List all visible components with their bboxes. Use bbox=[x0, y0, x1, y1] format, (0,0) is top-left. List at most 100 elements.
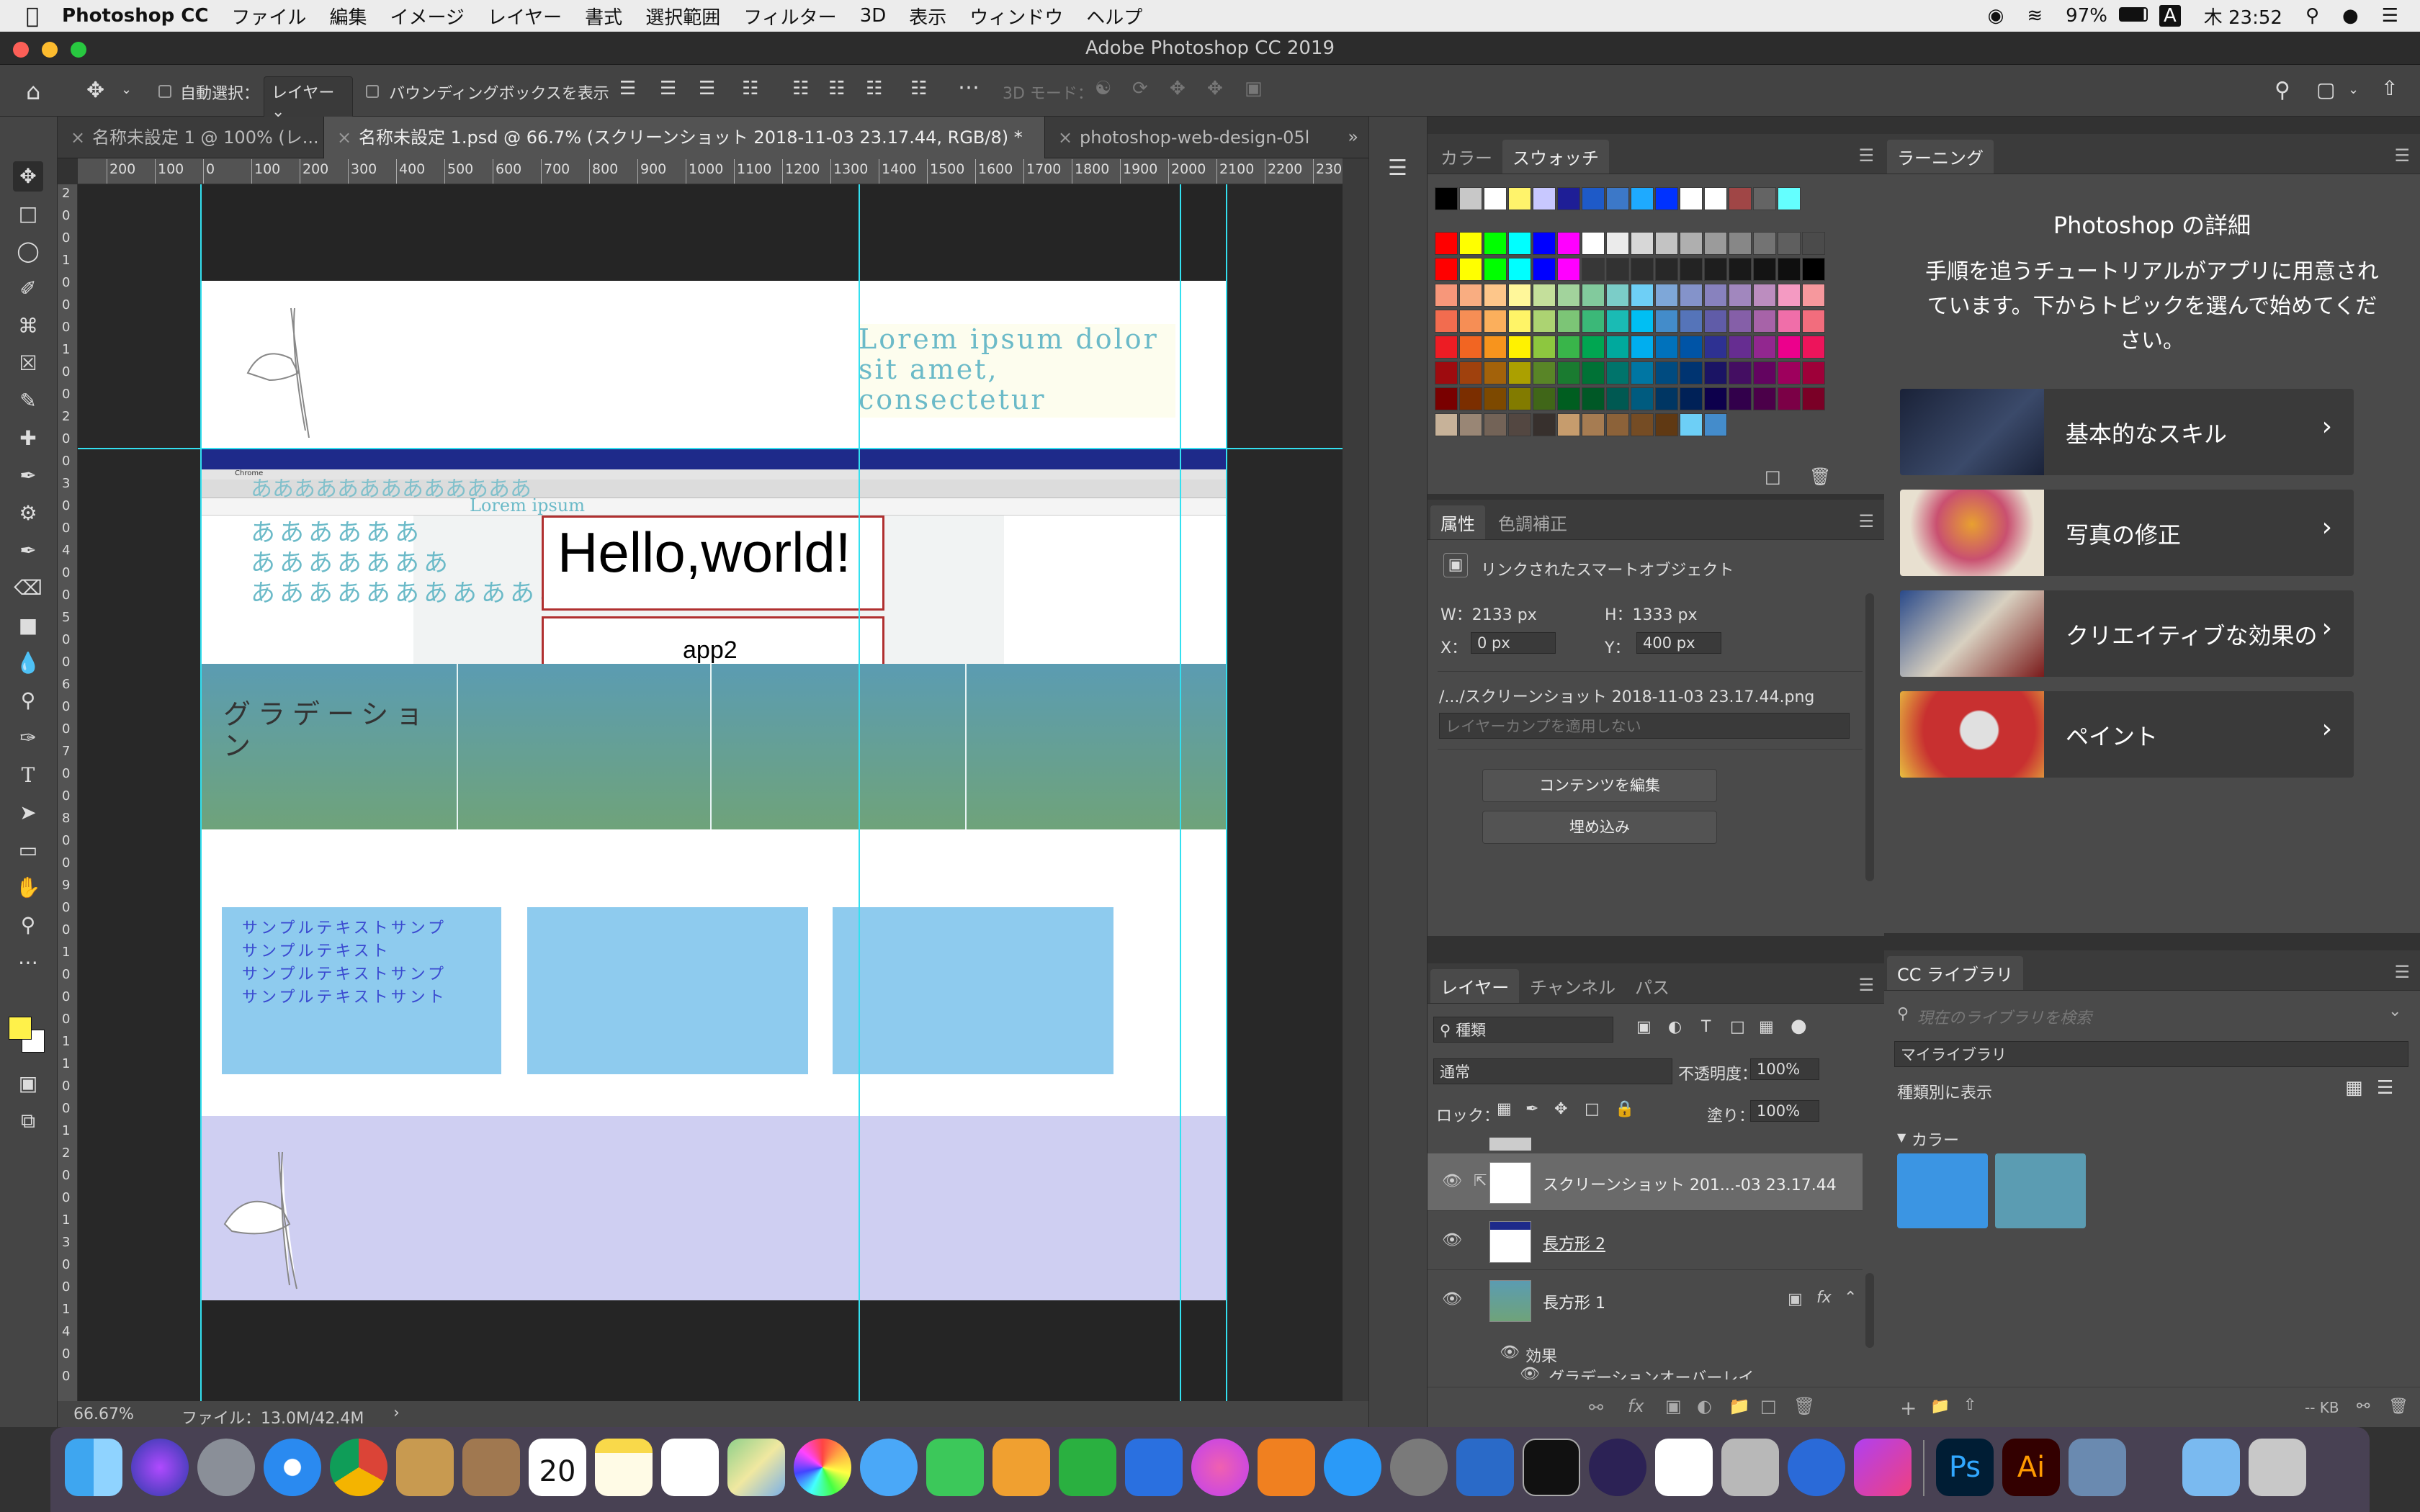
facetime-icon[interactable] bbox=[926, 1439, 984, 1496]
swatch[interactable] bbox=[1606, 258, 1629, 281]
filter-toggle-icon[interactable]: ● bbox=[1791, 1015, 1807, 1037]
photos-icon[interactable] bbox=[794, 1439, 851, 1496]
swatch[interactable] bbox=[1557, 336, 1580, 359]
swatch[interactable] bbox=[1606, 284, 1629, 307]
layer-filter-dropdown[interactable]: ⚲ 種類 bbox=[1433, 1017, 1613, 1043]
swatch[interactable] bbox=[1582, 310, 1605, 333]
downloads-folder-icon[interactable] bbox=[2182, 1439, 2240, 1496]
swatch[interactable] bbox=[1704, 187, 1727, 210]
reminders-icon[interactable] bbox=[661, 1439, 719, 1496]
quick-select-tool-icon[interactable]: ✐ bbox=[13, 274, 43, 304]
swatch[interactable] bbox=[1655, 284, 1678, 307]
swatch[interactable] bbox=[1778, 232, 1801, 255]
calendar-icon[interactable]: 20 bbox=[529, 1439, 586, 1496]
align-left-icon[interactable]: ☰ bbox=[619, 78, 636, 99]
swatch[interactable] bbox=[1631, 310, 1654, 333]
system-preferences-icon[interactable] bbox=[1390, 1439, 1448, 1496]
image-stack-icon[interactable] bbox=[2069, 1439, 2126, 1496]
align-top-icon[interactable]: ☷ bbox=[792, 78, 809, 99]
swatch[interactable] bbox=[1484, 361, 1507, 384]
swatch[interactable] bbox=[1704, 232, 1727, 255]
books-icon[interactable] bbox=[1258, 1439, 1315, 1496]
swatch[interactable] bbox=[1557, 361, 1580, 384]
maps-icon[interactable] bbox=[727, 1439, 785, 1496]
wifi-icon[interactable]: ≋ bbox=[2015, 5, 2054, 27]
guide-vertical[interactable] bbox=[1226, 184, 1227, 1401]
swatch[interactable] bbox=[1533, 387, 1556, 410]
dodge-tool-icon[interactable]: ⚲ bbox=[13, 685, 43, 716]
filter-pixel-icon[interactable]: ▣ bbox=[1636, 1018, 1652, 1036]
swatch[interactable] bbox=[1459, 413, 1482, 436]
library-color-1[interactable] bbox=[1897, 1153, 1988, 1228]
zoom-level[interactable]: 66.67% bbox=[73, 1405, 134, 1423]
swatch[interactable] bbox=[1655, 361, 1678, 384]
swatch[interactable] bbox=[1655, 413, 1678, 436]
swatch[interactable] bbox=[1508, 387, 1531, 410]
close-icon[interactable]: × bbox=[337, 117, 351, 158]
view-by-type[interactable]: 種類別に表示 bbox=[1897, 1080, 1992, 1103]
panel-menu-icon[interactable]: ☰ bbox=[1858, 145, 1874, 166]
hand-tool-icon[interactable]: ✋ bbox=[13, 873, 43, 903]
edit-toolbar-icon[interactable]: ⋯ bbox=[13, 948, 43, 978]
swatch[interactable] bbox=[1802, 361, 1825, 384]
layer-style-icon[interactable]: fx bbox=[1628, 1396, 1644, 1416]
chrome-icon[interactable] bbox=[330, 1439, 387, 1496]
y-position-field[interactable]: 400 px bbox=[1636, 632, 1721, 654]
messages-icon[interactable] bbox=[860, 1439, 918, 1496]
safari-icon[interactable] bbox=[264, 1439, 321, 1496]
chevron-down-icon[interactable]: ⌄ bbox=[121, 82, 132, 97]
swatch[interactable] bbox=[1802, 336, 1825, 359]
fill-field[interactable]: 100% bbox=[1750, 1100, 1819, 1122]
menu-edit[interactable]: 編集 bbox=[318, 3, 378, 30]
swatch[interactable] bbox=[1459, 361, 1482, 384]
learn-card-photo-fix[interactable]: 写真の修正 › bbox=[1900, 490, 2354, 576]
numbers-icon[interactable] bbox=[1059, 1439, 1116, 1496]
swatch[interactable] bbox=[1459, 258, 1482, 281]
layer-row[interactable]: 👁 長方形 2 bbox=[1428, 1212, 1863, 1270]
properties-scrollbar[interactable] bbox=[1865, 593, 1874, 881]
add-mask-icon[interactable]: ▣ bbox=[1665, 1396, 1682, 1416]
photoshop-icon[interactable]: Ps bbox=[1936, 1439, 1994, 1496]
swatch[interactable] bbox=[1753, 336, 1776, 359]
gradient-tool-icon[interactable]: ■ bbox=[13, 611, 43, 641]
finder-icon[interactable] bbox=[65, 1439, 122, 1496]
visibility-eye-icon[interactable]: 👁 bbox=[1442, 1290, 1462, 1308]
menu-file[interactable]: ファイル bbox=[220, 3, 318, 30]
layer-name[interactable]: 長方形 1 bbox=[1543, 1290, 1605, 1313]
menu-filter[interactable]: フィルター bbox=[732, 3, 848, 30]
visibility-eye-icon[interactable]: 👁 bbox=[1442, 1231, 1462, 1249]
blend-mode-dropdown[interactable]: 通常 bbox=[1433, 1058, 1672, 1084]
swatch[interactable] bbox=[1557, 232, 1580, 255]
swatch[interactable] bbox=[1533, 187, 1556, 210]
add-icon[interactable]: + bbox=[1900, 1396, 1917, 1420]
swatch[interactable] bbox=[1778, 387, 1801, 410]
embed-button[interactable]: 埋め込み bbox=[1482, 811, 1717, 844]
search-icon[interactable]: ⚲ bbox=[2275, 78, 2290, 103]
menu-type[interactable]: 書式 bbox=[573, 3, 634, 30]
menu-image[interactable]: イメージ bbox=[378, 3, 475, 30]
swatch[interactable] bbox=[1753, 187, 1776, 210]
layer-comp-dropdown[interactable]: レイヤーカンプを適用しない bbox=[1439, 713, 1850, 739]
swatch[interactable] bbox=[1582, 284, 1605, 307]
fx-icon[interactable]: fx bbox=[1816, 1289, 1832, 1307]
swatch[interactable] bbox=[1631, 284, 1654, 307]
notes-icon[interactable] bbox=[595, 1439, 653, 1496]
swatch[interactable] bbox=[1729, 361, 1752, 384]
menu-layer[interactable]: レイヤー bbox=[476, 3, 573, 30]
battery-percent[interactable]: 97% bbox=[2054, 5, 2119, 27]
swatch[interactable] bbox=[1435, 232, 1458, 255]
crop-tool-icon[interactable]: ⌘ bbox=[13, 311, 43, 341]
swatch[interactable] bbox=[1533, 232, 1556, 255]
swatch[interactable] bbox=[1704, 258, 1727, 281]
swatch[interactable] bbox=[1508, 361, 1531, 384]
swatch[interactable] bbox=[1753, 387, 1776, 410]
swatch[interactable] bbox=[1778, 336, 1801, 359]
swatch[interactable] bbox=[1557, 187, 1580, 210]
menu-select[interactable]: 選択範囲 bbox=[634, 3, 732, 30]
menu-window[interactable]: ウィンドウ bbox=[958, 3, 1075, 30]
swatch[interactable] bbox=[1729, 187, 1752, 210]
frame-tool-icon[interactable]: ☒ bbox=[13, 348, 43, 379]
swatch[interactable] bbox=[1680, 187, 1703, 210]
opacity-field[interactable]: 100% bbox=[1750, 1058, 1819, 1080]
swatch[interactable] bbox=[1435, 387, 1458, 410]
